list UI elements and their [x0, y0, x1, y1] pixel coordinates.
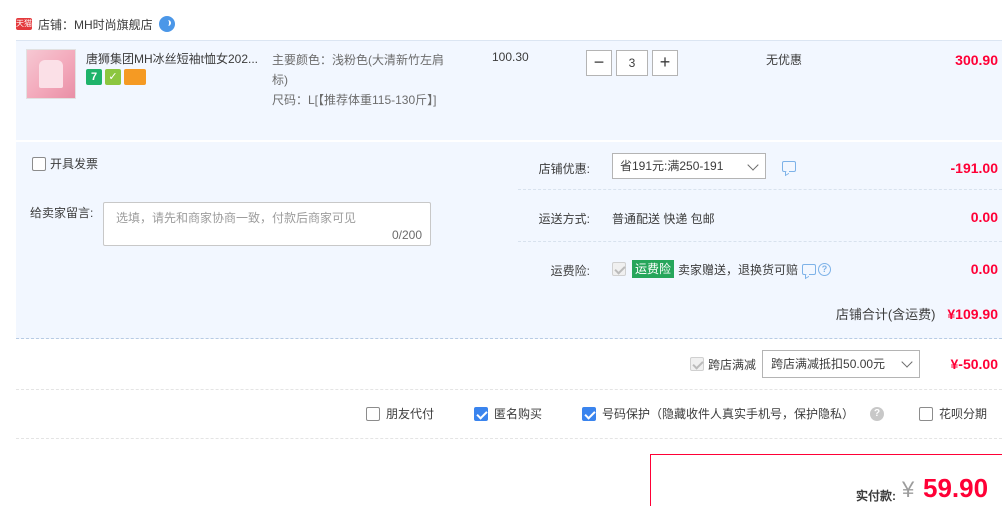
insurance-checkbox [612, 262, 626, 276]
shipping-amount: 0.00 [970, 209, 998, 225]
insurance-badge: 运费险 [632, 260, 675, 278]
shop-total: 店铺合计(含运费) ¥109.90 [836, 304, 998, 323]
invoice-option[interactable]: 开具发票 [32, 155, 98, 172]
shop-total-value: ¥109.90 [947, 306, 998, 322]
product-thumbnail[interactable] [26, 49, 76, 99]
cross-shop-select[interactable]: 跨店满减抵扣50.00元 [762, 350, 921, 378]
row-divider [518, 189, 1002, 190]
shop-promo-select[interactable]: 省191元:满250-191 [612, 153, 766, 179]
cross-shop-selected: 跨店满减抵扣50.00元 [771, 357, 886, 371]
guarantee-icon[interactable]: ✓ [105, 69, 121, 85]
quantity-decrease-button[interactable]: − [586, 50, 612, 76]
sku-size: 尺码：L[【推荐体重115-130斤】] [272, 93, 437, 107]
huabei-checkbox[interactable] [919, 406, 933, 421]
insurance-amount: 0.00 [970, 261, 998, 277]
quantity-increase-button[interactable]: + [652, 50, 678, 76]
section-divider [16, 389, 1002, 390]
payment-label: 实付款: [856, 489, 896, 503]
help-icon[interactable]: ? [818, 262, 832, 276]
anonymous-label: 匿名购买 [494, 407, 543, 421]
huabei-label: 花呗分期 [939, 407, 988, 421]
shipping-label: 运送方式: [538, 212, 590, 226]
quantity-stepper: − 3 + [586, 50, 678, 76]
shop-promo-amount: -191.00 [950, 160, 998, 176]
order-summary-column: 店铺优惠: 省191元:满250-191 -191.00 运送方式: 普通配送 … [518, 142, 1002, 287]
number-protect-label: 号码保护（隐藏收件人真实手机号，保护隐私） [602, 407, 855, 421]
anonymous-checkbox[interactable] [474, 406, 488, 421]
credit-card-icon[interactable] [124, 69, 146, 85]
seven-day-return-icon[interactable]: 7 [86, 69, 102, 85]
payment-total: 59.90 [923, 473, 989, 503]
invoice-label: 开具发票 [50, 157, 99, 171]
friend-pay-label: 朋友代付 [386, 407, 435, 421]
row-divider [518, 241, 1002, 242]
item-discount: 无优惠 [766, 53, 803, 67]
shop-promo-selected: 省191元:满250-191 [620, 159, 724, 173]
order-item-row: 唐狮集团MH冰丝短袖t恤女202... 7 ✓ 主要颜色：浅粉色(大清新竹左肩标… [16, 40, 1002, 140]
cross-shop-amount: ¥-50.00 [950, 356, 998, 372]
anonymous-option[interactable]: 匿名购买 [474, 405, 542, 422]
number-protect-option[interactable]: 号码保护（隐藏收件人真实手机号，保护隐私） ? [582, 405, 885, 422]
message-label: 给卖家留言: [30, 206, 94, 220]
insurance-text: 卖家赠送，退换货可赔 [678, 262, 799, 277]
friend-pay-option[interactable]: 朋友代付 [366, 405, 434, 422]
friend-pay-checkbox[interactable] [366, 406, 380, 421]
shop-total-row: 店铺合计(含运费) ¥109.90 [16, 287, 1002, 339]
comment-icon[interactable] [802, 263, 817, 275]
chevron-down-icon [901, 356, 913, 368]
seller-message-input[interactable]: 选填，请先和商家协商一致，付款后商家可见 0/200 [103, 202, 431, 246]
huabei-option[interactable]: 花呗分期 [919, 405, 987, 422]
cross-shop-checkbox [690, 357, 704, 371]
insurance-row: 运费险 卖家赠送，退换货可赔 ? [612, 260, 832, 278]
sku-color: 主要颜色：浅粉色(大清新竹左肩标) [272, 53, 444, 87]
cross-shop-label: 跨店满减 [708, 357, 757, 372]
section-divider [16, 438, 1002, 439]
shop-header: 天猫 店铺：MH时尚旗舰店 [16, 12, 175, 36]
service-icons: 7 ✓ [86, 69, 146, 85]
cross-shop-row: 跨店满减 跨店满减抵扣50.00元 [690, 350, 921, 378]
order-detail-panel: 开具发票 给卖家留言: 选填，请先和商家协商一致，付款后商家可见 0/200 店… [16, 142, 1002, 287]
message-char-count: 0/200 [391, 228, 422, 242]
invoice-checkbox[interactable] [32, 156, 46, 171]
help-icon[interactable]: ? [870, 406, 885, 421]
shop-promo-label: 店铺优惠: [538, 162, 590, 176]
comment-icon[interactable] [782, 161, 796, 172]
sku-info: 主要颜色：浅粉色(大清新竹左肩标) 尺码：L[【推荐体重115-130斤】] [272, 50, 452, 110]
payment-summary-box: 实付款: ¥ 59.90 [650, 454, 1002, 506]
shop-total-label: 店铺合计(含运费) [835, 307, 936, 322]
product-title-link[interactable]: 唐狮集团MH冰丝短袖t恤女202... [86, 50, 266, 67]
payment-currency: ¥ [902, 477, 915, 502]
unit-price: 100.30 [492, 50, 529, 64]
chevron-down-icon [747, 159, 759, 171]
chat-wangwang-icon[interactable] [158, 16, 175, 32]
number-protect-checkbox[interactable] [582, 406, 596, 421]
shipping-method: 普通配送 快递 包邮 [612, 212, 715, 226]
message-placeholder: 选填，请先和商家协商一致，付款后商家可见 [116, 211, 357, 225]
quantity-input[interactable]: 3 [616, 50, 648, 76]
shop-name-link[interactable]: 店铺：MH时尚旗舰店 [38, 16, 153, 33]
tmall-logo-icon: 天猫 [16, 18, 32, 30]
item-subtotal: 300.90 [955, 52, 998, 68]
insurance-label: 运费险: [550, 264, 590, 278]
